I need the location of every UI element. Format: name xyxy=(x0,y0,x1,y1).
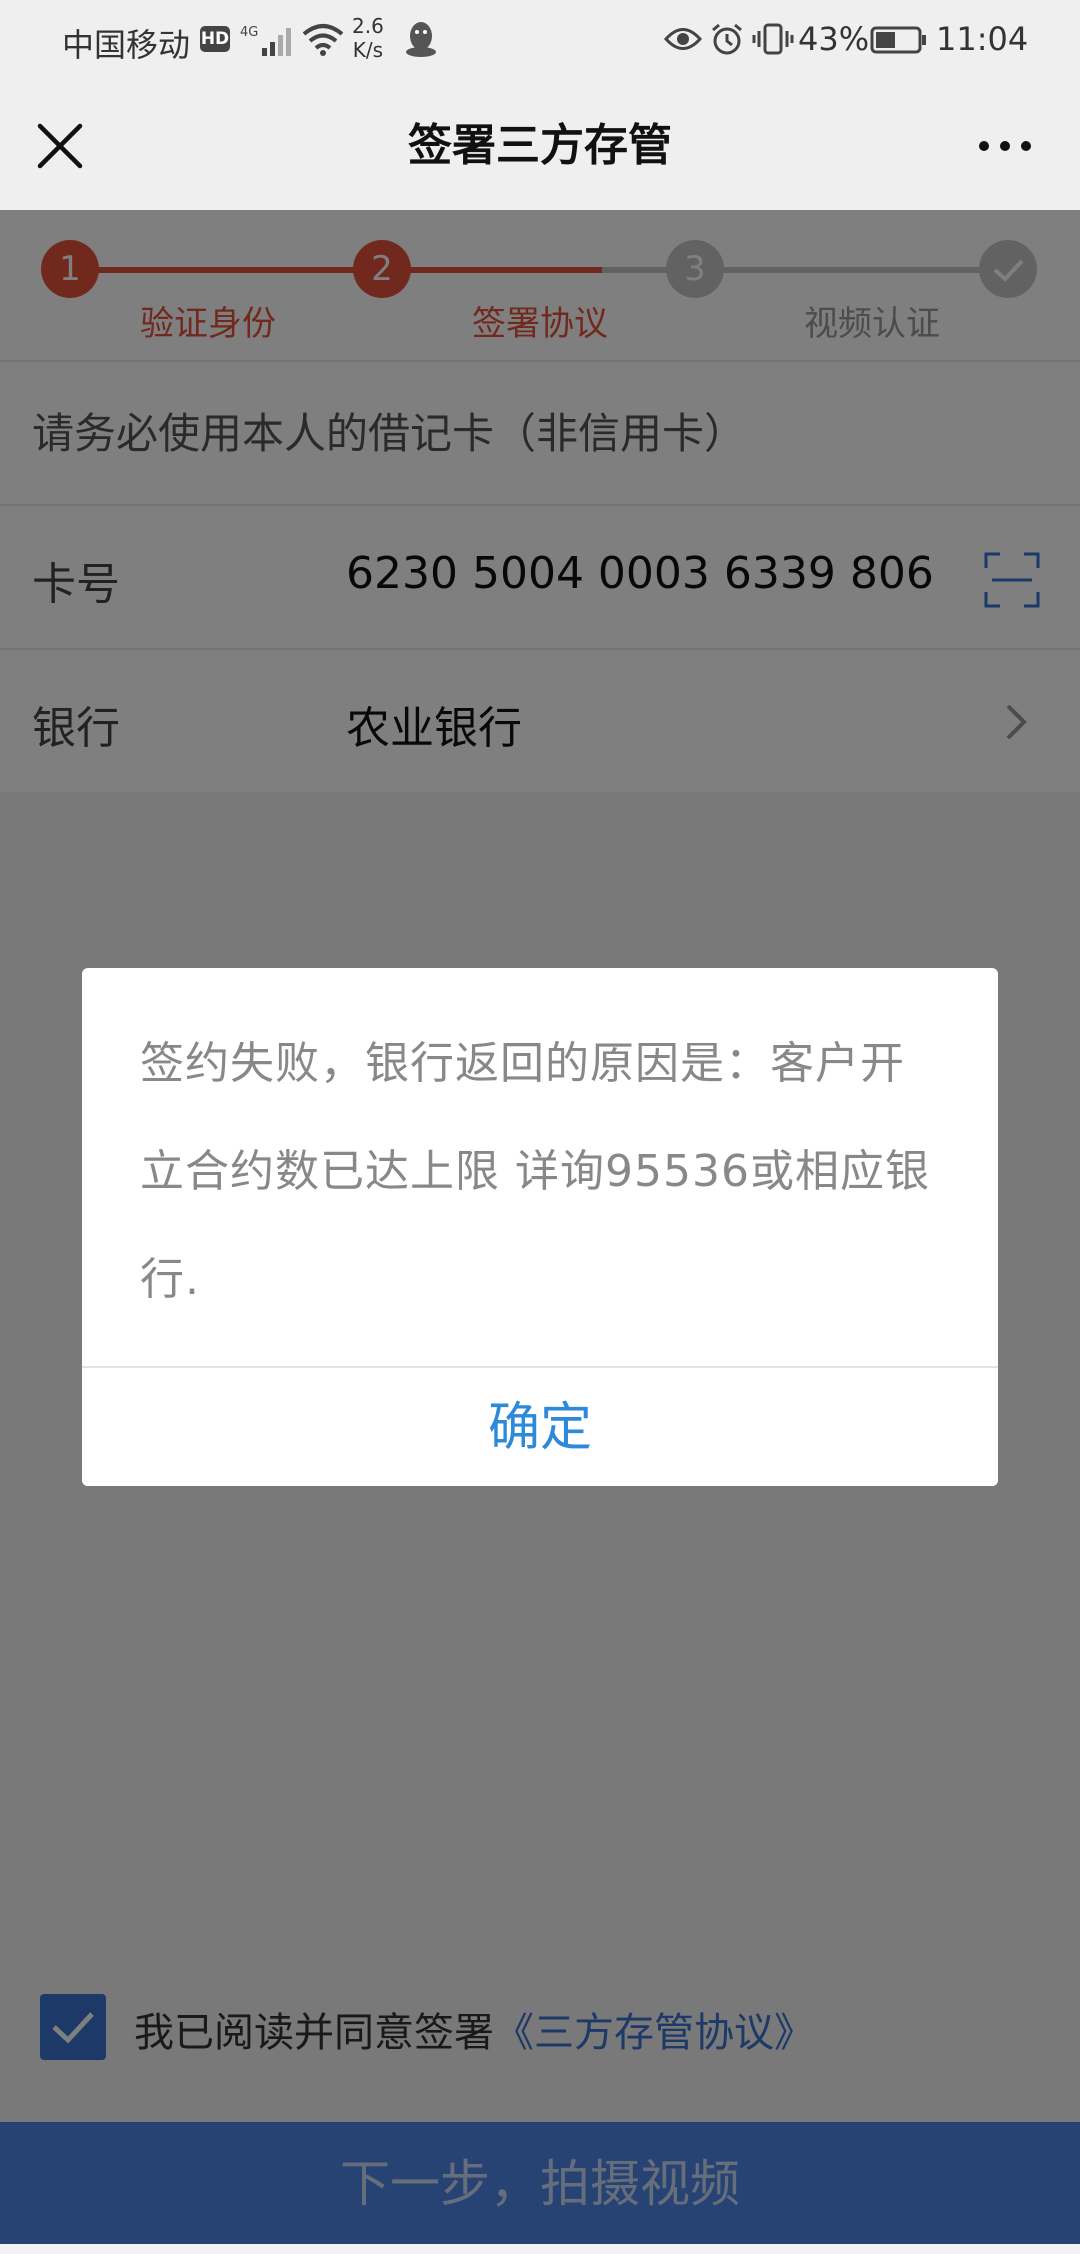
eye-icon xyxy=(664,28,702,50)
battery-icon xyxy=(870,26,926,54)
confirm-button[interactable]: 确定 xyxy=(82,1368,998,1486)
vibrate-icon xyxy=(752,23,794,55)
more-icon[interactable] xyxy=(970,116,1040,176)
battery-percentage: 43% xyxy=(798,20,870,58)
network-type: 4G xyxy=(240,25,258,40)
dialog-message: 签约失败，银行返回的原因是：客户开立合约数已达上限 详询95536或相应银行. xyxy=(140,1038,930,1305)
speed-unit: K/s xyxy=(352,38,384,62)
page-title: 签署三方存管 xyxy=(408,120,672,171)
wifi-icon xyxy=(302,24,344,56)
alarm-icon xyxy=(712,23,742,55)
network-speed: 2.6 K/s xyxy=(352,14,384,62)
signal-icon: 4G xyxy=(240,25,291,56)
error-dialog: 签约失败，银行返回的原因是：客户开立合约数已达上限 详询95536或相应银行. … xyxy=(82,968,998,1486)
title-bar: 签署三方存管 xyxy=(0,82,1080,210)
clock: 11:04 xyxy=(936,20,1029,58)
hd-badge: HD xyxy=(200,26,230,52)
speed-value: 2.6 xyxy=(352,14,384,38)
qq-penguin-icon xyxy=(406,22,436,57)
status-bar: 中国移动 HD 4G 2.6 K/s 43% 11:04 xyxy=(0,0,1080,82)
carrier-name: 中国移动 xyxy=(62,26,191,64)
